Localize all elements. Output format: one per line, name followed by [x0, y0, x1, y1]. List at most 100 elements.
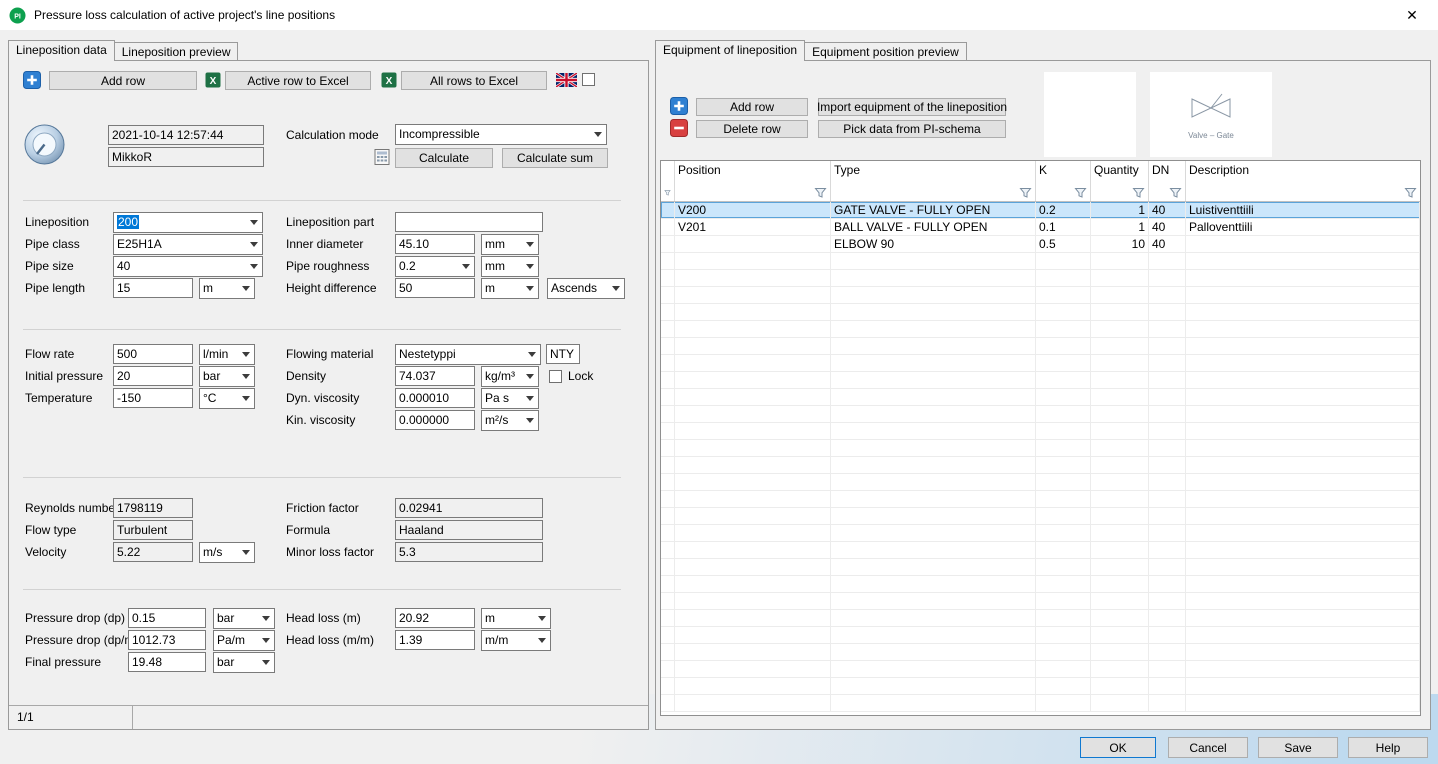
cell-quantity[interactable] — [1091, 304, 1149, 320]
cell-type[interactable] — [831, 678, 1036, 694]
cell-type[interactable] — [831, 474, 1036, 490]
cell-quantity[interactable] — [1091, 440, 1149, 456]
equipment-row[interactable] — [661, 321, 1420, 338]
cell-quantity[interactable]: 10 — [1091, 236, 1149, 252]
import-equipment-button[interactable]: Import equipment of the lineposition — [818, 98, 1006, 116]
cell-type[interactable] — [831, 457, 1036, 473]
row-selector-cell[interactable] — [661, 610, 675, 626]
cell-type[interactable] — [831, 270, 1036, 286]
row-selector-cell[interactable] — [661, 406, 675, 422]
row-selector-cell[interactable] — [661, 678, 675, 694]
cell-type[interactable] — [831, 406, 1036, 422]
cell-quantity[interactable] — [1091, 661, 1149, 677]
calculation-mode-combo[interactable]: Incompressible — [395, 124, 607, 145]
row-selector-cell[interactable] — [661, 287, 675, 303]
add-row-icon[interactable] — [23, 71, 41, 92]
cell-dn[interactable] — [1149, 644, 1186, 660]
pipe-roughness-combo[interactable]: 0.2 — [395, 256, 475, 277]
cell-dn[interactable] — [1149, 661, 1186, 677]
pressure-drop-field[interactable] — [128, 608, 206, 628]
equipment-row[interactable] — [661, 457, 1420, 474]
cell-description[interactable] — [1186, 304, 1420, 320]
cell-k[interactable] — [1036, 406, 1091, 422]
column-header-position[interactable]: Position — [675, 161, 831, 201]
cell-dn[interactable]: 40 — [1149, 219, 1186, 235]
row-selector-cell[interactable] — [661, 253, 675, 269]
cell-position[interactable] — [675, 542, 831, 558]
pipe-class-combo[interactable]: E25H1A — [113, 234, 263, 255]
equipment-add-row-button[interactable]: Add row — [696, 98, 808, 116]
cell-dn[interactable] — [1149, 542, 1186, 558]
row-selector-cell[interactable] — [661, 372, 675, 388]
cell-k[interactable] — [1036, 695, 1091, 711]
cell-quantity[interactable] — [1091, 695, 1149, 711]
head-loss-field[interactable] — [395, 608, 475, 628]
cell-position[interactable] — [675, 236, 831, 252]
temperature-unit-combo[interactable]: °C — [199, 388, 255, 409]
cell-type[interactable] — [831, 389, 1036, 405]
cell-description[interactable] — [1186, 423, 1420, 439]
cell-dn[interactable] — [1149, 355, 1186, 371]
row-selector-cell[interactable] — [661, 627, 675, 643]
row-selector-cell[interactable] — [661, 355, 675, 371]
equipment-row[interactable] — [661, 491, 1420, 508]
initial-pressure-unit-combo[interactable]: bar — [199, 366, 255, 387]
column-header-type[interactable]: Type — [831, 161, 1036, 201]
cell-description[interactable] — [1186, 525, 1420, 541]
cell-k[interactable] — [1036, 287, 1091, 303]
cell-quantity[interactable] — [1091, 627, 1149, 643]
temperature-input[interactable] — [113, 388, 193, 408]
cell-description[interactable]: Luistiventtiili — [1186, 202, 1420, 218]
cell-position[interactable] — [675, 253, 831, 269]
column-header-quantity[interactable]: Quantity — [1091, 161, 1149, 201]
equipment-row[interactable] — [661, 661, 1420, 678]
cell-position[interactable] — [675, 508, 831, 524]
cell-description[interactable] — [1186, 644, 1420, 660]
cell-k[interactable] — [1036, 270, 1091, 286]
close-icon[interactable]: ✕ — [1402, 5, 1422, 25]
row-selector-cell[interactable] — [661, 644, 675, 660]
row-selector-cell[interactable] — [661, 202, 675, 218]
cell-dn[interactable] — [1149, 593, 1186, 609]
height-direction-combo[interactable]: Ascends — [547, 278, 625, 299]
cell-position[interactable] — [675, 304, 831, 320]
cell-type[interactable] — [831, 372, 1036, 388]
cell-quantity[interactable] — [1091, 389, 1149, 405]
cell-description[interactable] — [1186, 559, 1420, 575]
cell-quantity[interactable] — [1091, 474, 1149, 490]
cell-type[interactable]: ELBOW 90 — [831, 236, 1036, 252]
cell-quantity[interactable] — [1091, 338, 1149, 354]
equipment-row[interactable] — [661, 406, 1420, 423]
cell-k[interactable] — [1036, 593, 1091, 609]
cell-position[interactable] — [675, 644, 831, 660]
dyn-viscosity-input[interactable] — [395, 388, 475, 408]
delete-row-icon[interactable] — [670, 119, 688, 140]
initial-pressure-input[interactable] — [113, 366, 193, 386]
cell-type[interactable]: GATE VALVE - FULLY OPEN — [831, 202, 1036, 218]
equipment-row[interactable] — [661, 287, 1420, 304]
equipment-row[interactable] — [661, 253, 1420, 270]
cell-description[interactable] — [1186, 236, 1420, 252]
equipment-row[interactable] — [661, 304, 1420, 321]
cell-k[interactable] — [1036, 389, 1091, 405]
cell-description[interactable] — [1186, 593, 1420, 609]
inner-diameter-unit-combo[interactable]: mm — [481, 234, 539, 255]
cell-position[interactable] — [675, 610, 831, 626]
row-selector-cell[interactable] — [661, 236, 675, 252]
tab-equipment-position-preview[interactable]: Equipment position preview — [804, 42, 967, 60]
language-checkbox[interactable] — [582, 73, 595, 86]
cell-k[interactable] — [1036, 372, 1091, 388]
cell-dn[interactable] — [1149, 389, 1186, 405]
equipment-row[interactable]: V201BALL VALVE - FULLY OPEN0.1140Pallove… — [661, 219, 1420, 236]
cell-type[interactable] — [831, 440, 1036, 456]
pressure-drop-per-m-field[interactable] — [128, 630, 206, 650]
cell-type[interactable] — [831, 661, 1036, 677]
cell-position[interactable] — [675, 474, 831, 490]
cell-quantity[interactable] — [1091, 644, 1149, 660]
equipment-row[interactable] — [661, 440, 1420, 457]
cell-k[interactable] — [1036, 423, 1091, 439]
cell-description[interactable] — [1186, 389, 1420, 405]
row-selector-cell[interactable] — [661, 304, 675, 320]
cell-description[interactable] — [1186, 270, 1420, 286]
cell-position[interactable] — [675, 406, 831, 422]
